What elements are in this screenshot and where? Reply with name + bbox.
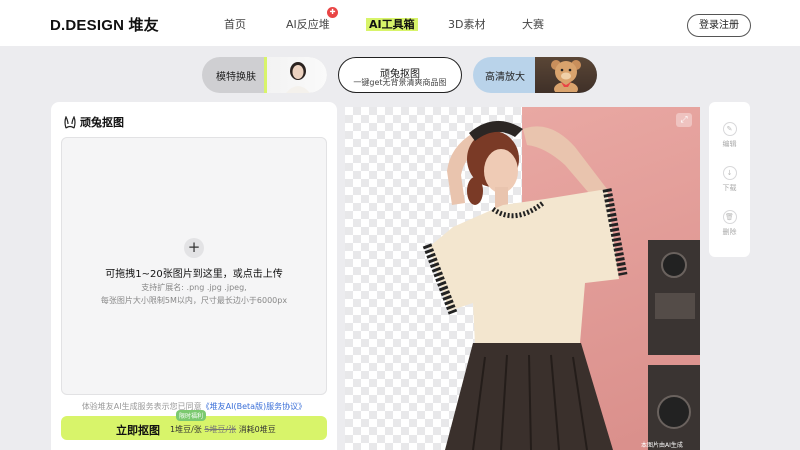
tool-model-swap-card[interactable]: 模特换肤 [202, 57, 327, 93]
delete-button[interactable]: 🗑 删除 [709, 210, 750, 237]
expand-icon[interactable]: ⤢ [676, 113, 692, 127]
side-toolbar: ✎ 编辑 ↓ 下载 🗑 删除 [709, 102, 750, 257]
price-now: 1堆豆/张 [170, 425, 202, 434]
tool-cutout-subtitle: 一键get无背景清爽商品图 [353, 78, 447, 87]
edit-button[interactable]: ✎ 编辑 [709, 122, 750, 149]
model-thumbnail [267, 57, 327, 93]
model-cutout-image [422, 120, 700, 450]
price-old: 5堆豆/张 [204, 425, 237, 434]
tool-upscale-label: 高清放大 [485, 72, 525, 83]
edit-icon: ✎ [722, 122, 737, 136]
add-image-icon[interactable]: + [184, 238, 204, 258]
tool-upscale-card[interactable]: 高清放大 [473, 57, 597, 93]
upload-extensions: 支持扩展名: .png .jpg .jpeg, [141, 283, 247, 292]
upload-dropzone[interactable]: + 可拖拽1~20张图片到这里，或点击上传 支持扩展名: .png .jpg .… [61, 137, 327, 395]
tool-model-swap-label: 模特换肤 [216, 72, 256, 83]
login-register-button[interactable]: 登录注册 [687, 14, 751, 37]
upload-instruction: 可拖拽1~20张图片到这里，或点击上传 [105, 269, 283, 280]
download-label: 下载 [722, 184, 737, 192]
price-info: 1堆豆/张 5堆豆/张 消耗0堆豆 [170, 424, 276, 435]
upload-size-limit: 每张图片大小限制5M以内，尺寸最长边小于6000px [100, 296, 288, 305]
trash-icon: 🗑 [722, 210, 737, 224]
start-cutout-label: 立即抠图 [116, 424, 160, 437]
hot-badge-icon: ✚ [327, 7, 338, 18]
upload-panel: 顽兔抠图 + 可拖拽1~20张图片到这里，或点击上传 支持扩展名: .png .… [51, 102, 337, 450]
panel-title: 顽兔抠图 [80, 116, 124, 129]
nav-ai-reactor[interactable]: AI反应堆 [286, 16, 330, 32]
ai-generated-watermark: 本图片由AI生成 [641, 442, 683, 449]
nav-home[interactable]: 首页 [224, 16, 246, 32]
top-navbar: D.DESIGN 堆友 首页 AI反应堆 ✚ AI工具箱 3D素材 大赛 登录注… [0, 0, 800, 46]
start-cutout-button[interactable]: 限时福利 立即抠图 1堆豆/张 5堆豆/张 消耗0堆豆 [61, 410, 327, 440]
site-logo[interactable]: D.DESIGN 堆友 [50, 14, 159, 35]
nav-ai-toolbox-label: AI工具箱 [366, 18, 418, 31]
rabbit-icon [64, 115, 76, 129]
tool-cutout-card[interactable]: 顽兔抠图 一键get无背景清爽商品图 [338, 57, 462, 93]
nav-ai-toolbox[interactable]: AI工具箱 [366, 16, 418, 32]
panel-header: 顽兔抠图 [63, 114, 124, 130]
limited-offer-badge: 限时福利 [176, 410, 207, 421]
nav-3d-assets[interactable]: 3D素材 [448, 16, 485, 32]
agreement-link[interactable]: 《堆友AI(Beta版)服务协议》 [202, 402, 307, 411]
delete-label: 删除 [722, 228, 737, 236]
download-button[interactable]: ↓ 下载 [709, 166, 750, 193]
preview-canvas: ⤢ 本图片由AI生成 [345, 107, 700, 450]
edit-label: 编辑 [722, 140, 737, 148]
nav-contest[interactable]: 大赛 [522, 16, 544, 32]
teddy-bear-thumbnail [535, 57, 597, 93]
download-icon: ↓ [722, 166, 737, 180]
price-cost: 消耗0堆豆 [238, 425, 276, 434]
